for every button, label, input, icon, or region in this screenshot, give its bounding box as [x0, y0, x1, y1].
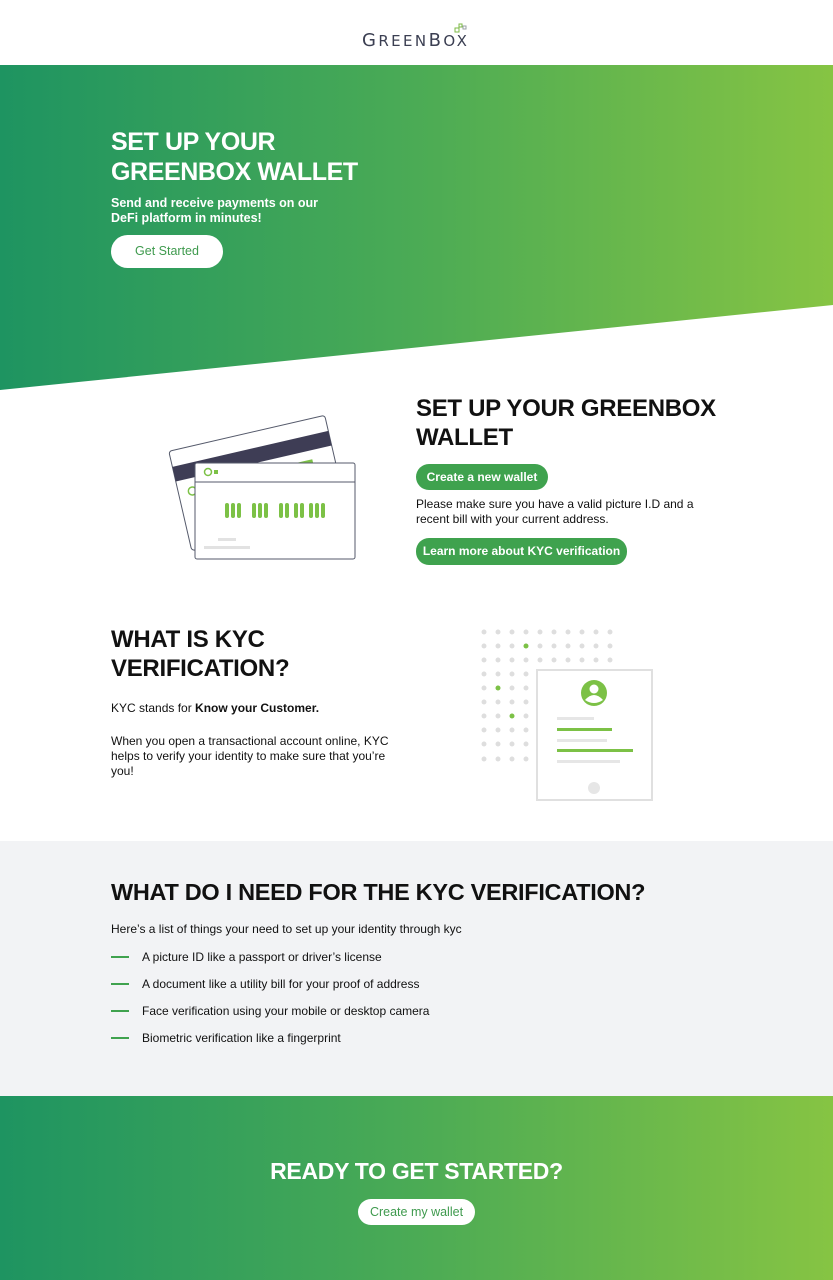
kyc-definition-prefix: KYC stands for — [111, 701, 196, 715]
create-new-wallet-button[interactable]: Create a new wallet — [416, 464, 548, 490]
get-started-button[interactable]: Get Started — [111, 235, 223, 268]
hero-subtitle: Send and receive payments on our DeFi pl… — [111, 196, 319, 225]
create-my-wallet-button[interactable]: Create my wallet — [358, 1199, 475, 1225]
dash-icon — [111, 1010, 129, 1012]
list-item: Face verification using your mobile or d… — [111, 1004, 429, 1031]
requirements-section: WHAT DO I NEED FOR THE KYC VERIFICATION?… — [0, 841, 833, 1096]
setup-title: SET UP YOUR GREENBOX WALLET — [416, 395, 716, 451]
list-item-label: A picture ID like a passport or driver’s… — [142, 950, 382, 964]
id-document-illustration — [481, 629, 653, 801]
kyc-definition-bold: Know your Customer. — [195, 701, 320, 715]
list-item-label: A document like a utility bill for your … — [142, 977, 420, 991]
dash-icon — [111, 1037, 129, 1039]
wallet-cards-illustration — [168, 415, 356, 560]
list-item: Biometric verification like a fingerprin… — [111, 1031, 429, 1058]
header: GREENBOX — [0, 0, 833, 65]
list-item: A document like a utility bill for your … — [111, 977, 429, 1004]
hero-section: SET UP YOUR GREENBOX WALLET Send and rec… — [0, 65, 833, 390]
list-item-label: Biometric verification like a fingerprin… — [142, 1031, 341, 1045]
cta-section: READY TO GET STARTED? Create my wallet — [0, 1096, 833, 1280]
dash-icon — [111, 983, 129, 985]
requirements-title: WHAT DO I NEED FOR THE KYC VERIFICATION? — [111, 879, 646, 905]
cta-title: READY TO GET STARTED? — [270, 1158, 563, 1184]
hero-title: SET UP YOUR GREENBOX WALLET — [111, 128, 358, 186]
dash-icon — [111, 956, 129, 958]
learn-kyc-button[interactable]: Learn more about KYC verification — [416, 538, 627, 565]
list-item: A picture ID like a passport or driver’s… — [111, 950, 429, 977]
setup-note: Please make sure you have a valid pictur… — [416, 497, 694, 526]
kyc-title: WHAT IS KYC VERIFICATION? — [111, 626, 290, 682]
requirements-list: A picture ID like a passport or driver’s… — [111, 950, 429, 1058]
kyc-definition: KYC stands for Know your Customer. — [111, 701, 319, 716]
kyc-description: When you open a transactional account on… — [111, 734, 389, 778]
list-item-label: Face verification using your mobile or d… — [142, 1004, 430, 1018]
logo-boxes-icon — [454, 23, 467, 33]
requirements-intro: Here’s a list of things your need to set… — [111, 922, 462, 936]
